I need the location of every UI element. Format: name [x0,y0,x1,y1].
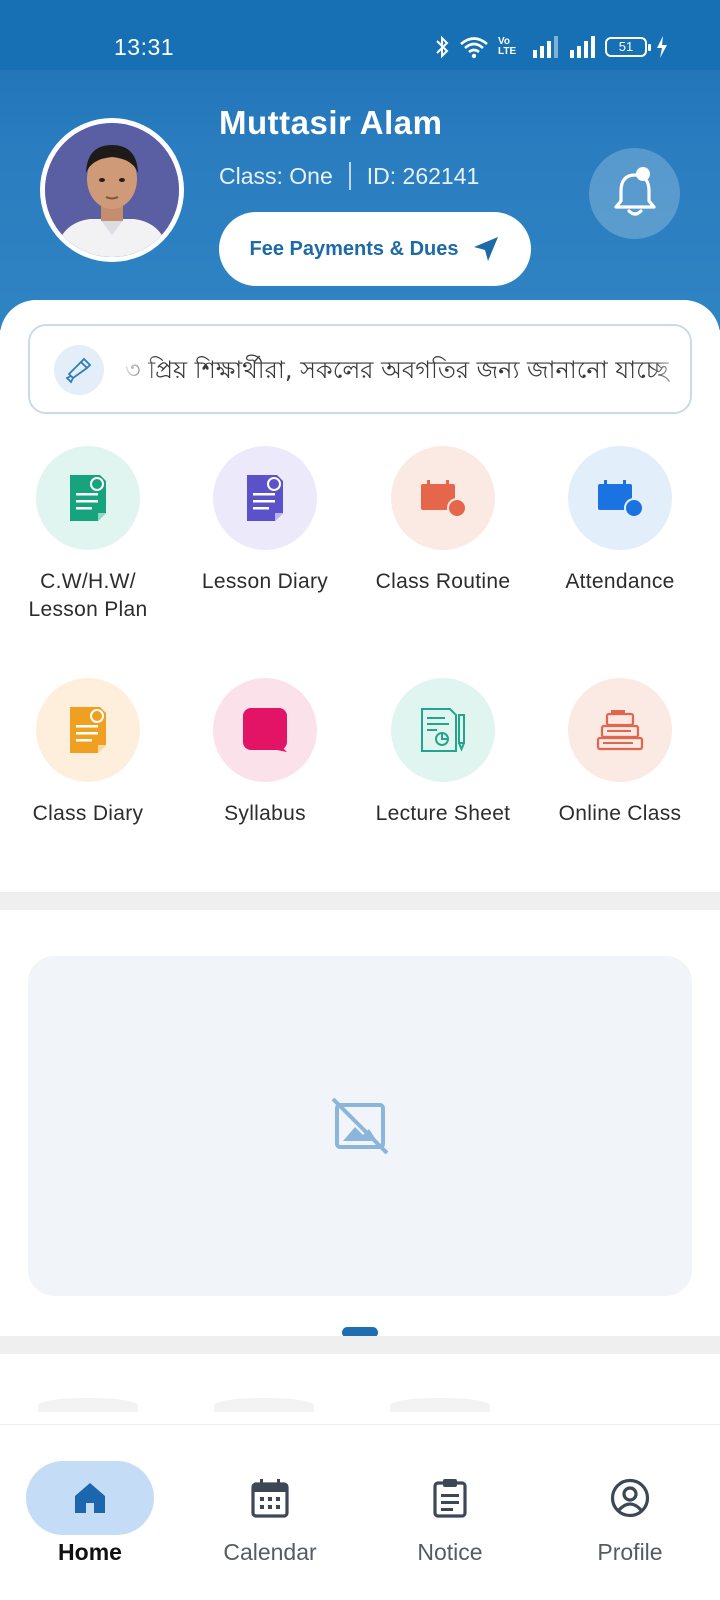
image-banner[interactable] [28,956,692,1296]
image-placeholder-icon [331,1097,389,1155]
notification-button[interactable] [589,148,680,239]
menu-icon-circle [568,678,672,782]
menu-icon-circle [36,678,140,782]
chat-square-icon [243,708,287,752]
main-content: ৩ প্রিয় শিক্ষার্থীরা, সকলের অবগতির জন্য… [0,300,720,1425]
menu-syllabus[interactable]: Syllabus [175,678,355,828]
notice-text: ৩ প্রিয় শিক্ষার্থীরা, সকলের অবগতির জন্য… [125,356,669,384]
menu-cw-hw-lesson-plan[interactable]: C.W/H.W/ Lesson Plan [0,446,178,624]
student-photo [45,123,179,257]
calendar-clock-icon [598,480,644,518]
menu-lesson-diary[interactable]: Lesson Diary [175,446,355,596]
student-name: Muttasir Alam [219,104,443,141]
notice-marquee[interactable]: ৩ প্রিয় শিক্ষার্থীরা, সকলের অবগতির জন্য… [28,324,692,414]
menu-class-diary[interactable]: Class Diary [0,678,178,828]
user-circle-icon [610,1478,650,1518]
bluetooth-icon [436,35,449,59]
calendar-icon [251,1479,289,1518]
menu-label: Class Routine [375,570,511,593]
section-divider [0,892,720,910]
document-icon [70,707,106,753]
lecture-sheet-icon [421,708,465,752]
nav-label: Home [58,1539,122,1565]
nav-label: Profile [597,1539,663,1565]
menu-icon-circle [213,678,317,782]
bottom-navigation: Home Calendar Notice Profile [0,1425,720,1600]
menu-icon-circle [568,446,672,550]
battery-icon: 51 [605,37,651,57]
menu-icon-circle [213,446,317,550]
fee-payments-button[interactable]: Fee Payments & Dues [219,212,531,286]
peek-circle [214,1398,314,1412]
volte-label: Vo LTE [498,36,517,57]
notification-dot [636,167,650,181]
peek-circle [38,1398,138,1412]
menu-icon-circle [36,446,140,550]
student-id: ID: 262141 [366,162,480,189]
fee-payments-label: Fee Payments & Dues [249,237,459,260]
avatar[interactable] [40,118,184,262]
clipboard-icon [433,1479,467,1518]
menu-online-class[interactable]: Online Class [530,678,710,828]
student-class: Class: One [219,162,333,189]
menu-icon-circle [391,678,495,782]
menu-label: Syllabus [224,802,306,825]
menu-label: C.W/H.W/ Lesson Plan [28,570,148,621]
section-divider [0,1336,720,1354]
stacked-books-icon [596,710,644,751]
nav-notice-pill [386,1461,514,1535]
nav-calendar[interactable]: Calendar [180,1461,360,1566]
menu-label: Lecture Sheet [375,802,511,825]
menu-label: Class Diary [32,802,144,825]
send-arrow-icon [474,237,499,261]
signal-1-icon [533,36,558,58]
peek-circle [390,1398,490,1412]
calendar-clock-icon [421,480,467,518]
menu-lecture-sheet[interactable]: Lecture Sheet [353,678,533,828]
meta-divider [348,162,351,190]
menu-class-routine[interactable]: Class Routine [353,446,533,596]
nav-profile-pill [566,1461,694,1535]
status-time: 13:31 [114,34,175,60]
menu-label: Attendance [565,570,675,593]
nav-home-pill [26,1461,154,1535]
nav-home[interactable]: Home [0,1461,180,1566]
battery-level: 51 [618,39,634,54]
profile-header: 13:31 Vo LTE 51 Muttasir Alam Class: One… [0,0,720,330]
menu-label: Lesson Diary [201,570,329,593]
megaphone-icon [54,345,104,395]
nav-label: Calendar [223,1539,317,1565]
status-icons: Vo LTE 51 [434,34,668,60]
nav-profile[interactable]: Profile [540,1461,720,1566]
menu-icon-circle [391,446,495,550]
nav-label: Notice [417,1539,483,1565]
wifi-icon [460,37,488,59]
document-icon [247,475,283,521]
signal-2-icon [570,36,595,58]
menu-label: Online Class [558,802,682,825]
menu-attendance[interactable]: Attendance [530,446,710,596]
bell-icon [613,172,656,216]
home-icon [75,1483,105,1513]
status-bar: 13:31 Vo LTE 51 [0,0,720,70]
nav-notice[interactable]: Notice [360,1461,540,1566]
nav-calendar-pill [206,1461,334,1535]
student-meta: Class: One ID: 262141 [219,162,479,190]
document-icon [70,475,106,521]
charging-icon [657,36,667,58]
